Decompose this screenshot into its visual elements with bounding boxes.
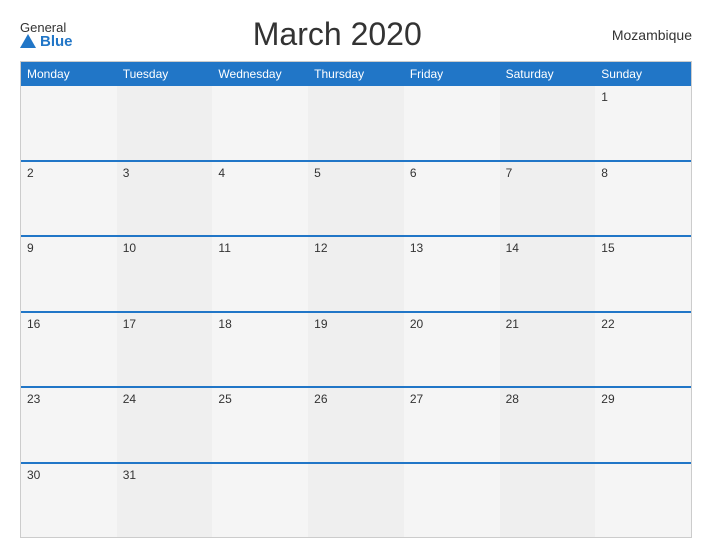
- day-number: 17: [123, 317, 136, 331]
- day-cell: 29: [595, 388, 691, 462]
- day-cell: 1: [595, 86, 691, 160]
- day-cell: [308, 86, 404, 160]
- week-row-4: 23 24 25 26 27 28 29: [21, 386, 691, 462]
- day-number: 10: [123, 241, 136, 255]
- day-number: 25: [218, 392, 231, 406]
- day-cell: 2: [21, 162, 117, 236]
- day-header-thursday: Thursday: [308, 62, 404, 86]
- day-number: 3: [123, 166, 130, 180]
- day-number: 1: [601, 90, 608, 104]
- day-number: 18: [218, 317, 231, 331]
- day-cell: 15: [595, 237, 691, 311]
- day-cell: [404, 86, 500, 160]
- day-header-sunday: Sunday: [595, 62, 691, 86]
- day-number: 23: [27, 392, 40, 406]
- weeks: 1234567891011121314151617181920212223242…: [21, 86, 691, 537]
- day-cell: 25: [212, 388, 308, 462]
- day-number: 22: [601, 317, 614, 331]
- day-cell: [117, 86, 213, 160]
- calendar-page: General Blue March 2020 Mozambique Monda…: [0, 0, 712, 550]
- day-number: 7: [506, 166, 513, 180]
- day-cell: 14: [500, 237, 596, 311]
- day-cell: 20: [404, 313, 500, 387]
- day-header-wednesday: Wednesday: [212, 62, 308, 86]
- day-header-saturday: Saturday: [500, 62, 596, 86]
- day-cell: 16: [21, 313, 117, 387]
- day-cell: 21: [500, 313, 596, 387]
- day-cell: [212, 464, 308, 538]
- day-cell: [404, 464, 500, 538]
- day-number: 4: [218, 166, 225, 180]
- day-cell: 22: [595, 313, 691, 387]
- day-cell: 31: [117, 464, 213, 538]
- day-cell: 24: [117, 388, 213, 462]
- day-cell: 27: [404, 388, 500, 462]
- week-row-0: 1: [21, 86, 691, 160]
- day-cell: [500, 86, 596, 160]
- day-number: 15: [601, 241, 614, 255]
- day-cell: 10: [117, 237, 213, 311]
- day-cell: 8: [595, 162, 691, 236]
- day-number: 2: [27, 166, 34, 180]
- country-name: Mozambique: [602, 27, 692, 43]
- header: General Blue March 2020 Mozambique: [20, 16, 692, 53]
- day-number: 9: [27, 241, 34, 255]
- day-number: 12: [314, 241, 327, 255]
- day-number: 21: [506, 317, 519, 331]
- day-number: 14: [506, 241, 519, 255]
- day-number: 30: [27, 468, 40, 482]
- day-header-friday: Friday: [404, 62, 500, 86]
- day-cell: 4: [212, 162, 308, 236]
- week-row-1: 2 3 4 5 6 7 8: [21, 160, 691, 236]
- day-number: 24: [123, 392, 136, 406]
- day-number: 27: [410, 392, 423, 406]
- day-number: 19: [314, 317, 327, 331]
- logo-blue-row: Blue: [20, 34, 73, 49]
- week-row-5: 30 31: [21, 462, 691, 538]
- week-row-3: 16 17 18 19 20 21 22: [21, 311, 691, 387]
- day-number: 20: [410, 317, 423, 331]
- day-cell: [500, 464, 596, 538]
- calendar-title: March 2020: [73, 16, 602, 53]
- logo-triangle-icon: [20, 34, 36, 48]
- day-cell: 12: [308, 237, 404, 311]
- day-number: 31: [123, 468, 136, 482]
- day-cell: [595, 464, 691, 538]
- logo-blue-text: Blue: [40, 34, 73, 49]
- day-number: 28: [506, 392, 519, 406]
- logo-general-text: General: [20, 21, 66, 34]
- day-number: 11: [218, 241, 230, 255]
- day-headers: MondayTuesdayWednesdayThursdayFridaySatu…: [21, 62, 691, 86]
- day-header-monday: Monday: [21, 62, 117, 86]
- day-cell: 9: [21, 237, 117, 311]
- day-cell: 3: [117, 162, 213, 236]
- logo: General Blue: [20, 21, 73, 49]
- day-cell: 30: [21, 464, 117, 538]
- day-number: 29: [601, 392, 614, 406]
- day-cell: 13: [404, 237, 500, 311]
- day-cell: 28: [500, 388, 596, 462]
- day-cell: 11: [212, 237, 308, 311]
- day-number: 5: [314, 166, 321, 180]
- day-cell: [308, 464, 404, 538]
- day-cell: 6: [404, 162, 500, 236]
- calendar: MondayTuesdayWednesdayThursdayFridaySatu…: [20, 61, 692, 538]
- day-cell: 5: [308, 162, 404, 236]
- day-cell: 19: [308, 313, 404, 387]
- day-cell: 18: [212, 313, 308, 387]
- day-cell: 7: [500, 162, 596, 236]
- day-number: 6: [410, 166, 417, 180]
- day-header-tuesday: Tuesday: [117, 62, 213, 86]
- day-cell: 17: [117, 313, 213, 387]
- day-cell: 23: [21, 388, 117, 462]
- day-number: 26: [314, 392, 327, 406]
- week-row-2: 9 10 11 12 13 14 15: [21, 235, 691, 311]
- day-number: 8: [601, 166, 608, 180]
- day-cell: [21, 86, 117, 160]
- day-cell: 26: [308, 388, 404, 462]
- day-cell: [212, 86, 308, 160]
- day-number: 16: [27, 317, 40, 331]
- day-number: 13: [410, 241, 423, 255]
